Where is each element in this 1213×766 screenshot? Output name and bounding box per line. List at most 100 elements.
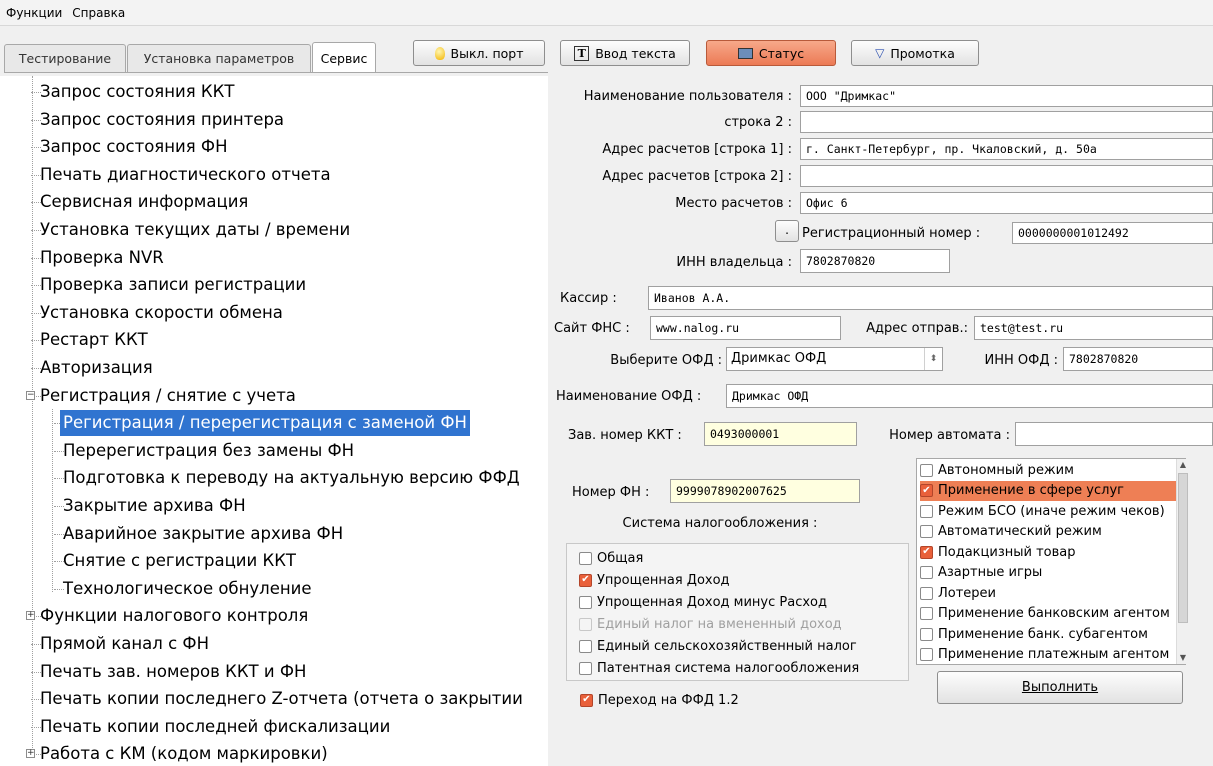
tax-checkbox-label: Единый налог на вмененный доход <box>597 616 842 632</box>
fn-number-input[interactable]: 9999078902007625 <box>670 479 860 503</box>
checkbox-box <box>579 551 592 565</box>
tax-system-group: Общая ✔ Упрощенная Доход Упрощенная Доход м… <box>566 543 909 681</box>
tree-item[interactable]: Авторизация <box>40 355 153 381</box>
address1-input[interactable]: г. Санкт-Петербург, пр. Чкаловский, д. 5… <box>800 138 1213 160</box>
mode-checkbox[interactable]: Режим БСО (иначе режим чеков) <box>920 501 1165 521</box>
tree-item[interactable]: Регистрация / снятие с учета <box>40 383 296 409</box>
tree-item[interactable]: Запрос состояния ККТ <box>40 79 234 105</box>
fns-site-label: Сайт ФНС : <box>554 321 630 336</box>
tree-item[interactable]: Печать копии последней фискализации <box>40 714 390 740</box>
scroll-thumb[interactable] <box>1178 473 1188 623</box>
mode-checkbox-label: Подакцизный товар <box>938 544 1076 560</box>
tree-item[interactable]: Проверка записи регистрации <box>40 272 306 298</box>
port-off-button[interactable]: Выкл. порт <box>413 40 545 66</box>
tax-checkbox[interactable]: ✔ Упрощенная Доход <box>579 570 730 590</box>
mode-checkbox[interactable]: Применение банк. субагентом <box>920 624 1148 644</box>
text-input-button[interactable]: T Ввод текста <box>560 40 690 66</box>
tree-item[interactable]: Подготовка к переводу на актуальную верс… <box>63 465 520 491</box>
address2-label: Адрес расчетов [строка 2] : <box>602 169 792 184</box>
inn-owner-input[interactable]: 7802870820 <box>800 249 950 273</box>
mode-checkbox[interactable]: ✔ Применение в сфере услуг <box>920 480 1177 501</box>
tax-checkbox-label: Единый сельскохозяйственный налог <box>597 638 857 654</box>
address1-label: Адрес расчетов [строка 1] : <box>602 142 792 157</box>
tax-checkbox[interactable]: Патентная система налогообложения <box>579 658 859 678</box>
tree-item[interactable]: Функции налогового контроля <box>40 603 308 629</box>
mode-checkbox[interactable]: Автоматический режим <box>920 522 1102 542</box>
tax-checkbox[interactable]: Общая <box>579 548 643 568</box>
tree-item[interactable]: Установка текущих даты / времени <box>40 217 350 243</box>
port-off-label: Выкл. порт <box>450 45 524 61</box>
kkt-number-input[interactable]: 0493000001 <box>704 422 857 446</box>
mode-list-scrollbar[interactable]: ▲ ▼ <box>1176 459 1188 664</box>
tree-item[interactable]: Рестарт ККТ <box>40 327 148 353</box>
mode-checkbox[interactable]: ✔ Подакцизный товар <box>920 542 1076 562</box>
status-button[interactable]: Статус <box>706 40 836 66</box>
scroll-up-icon[interactable]: ▲ <box>1177 459 1189 471</box>
ffd-checkbox[interactable]: ✔ Переход на ФФД 1.2 <box>580 690 739 710</box>
tree-item[interactable]: Работа с КМ (кодом маркировки) <box>40 741 328 766</box>
ofd-name-label: Наименование ОФД : <box>556 389 702 404</box>
ofd-name-input[interactable]: Дримкас ОФД <box>726 384 1213 408</box>
place-input[interactable]: Офис 6 <box>800 192 1213 214</box>
checkbox-box <box>920 607 933 620</box>
checkbox-box <box>579 617 592 631</box>
menu-help[interactable]: Справка <box>72 6 125 20</box>
tax-checkbox[interactable]: Единый сельскохозяйственный налог <box>579 636 857 656</box>
tab-testing[interactable]: Тестирование <box>4 44 126 72</box>
tab-service[interactable]: Сервис <box>312 42 376 73</box>
checkmark-icon: ✔ <box>579 573 592 587</box>
tree-item[interactable]: Установка скорости обмена <box>40 300 283 326</box>
tab-settings[interactable]: Установка параметров <box>127 44 311 72</box>
checkmark-icon: ✔ <box>920 484 933 497</box>
inn-ofd-input[interactable]: 7802870820 <box>1063 347 1213 371</box>
sender-address-input[interactable]: test@test.ru <box>974 316 1213 340</box>
tree-item[interactable]: Печать диагностического отчета <box>40 162 331 188</box>
tree-item[interactable]: Печать зав. номеров ККТ и ФН <box>40 659 306 685</box>
scroll-button[interactable]: ▽ Промотка <box>851 40 979 66</box>
line2-input[interactable] <box>800 111 1213 133</box>
cashier-input[interactable]: Иванов А.А. <box>648 286 1213 310</box>
tree-item[interactable]: Прямой канал с ФН <box>40 631 209 657</box>
ofd-select[interactable]: Дримкас ОФД ⬍ <box>726 347 943 371</box>
mode-checkbox[interactable]: Азартные игры <box>920 563 1042 583</box>
tree-item[interactable]: Закрытие архива ФН <box>63 493 246 519</box>
tax-checkbox[interactable]: Упрощенная Доход минус Расход <box>579 592 827 612</box>
checkbox-box <box>579 595 592 609</box>
tree-guide <box>32 76 33 756</box>
fns-site-input[interactable]: www.nalog.ru <box>650 316 841 340</box>
checkmark-icon: ✔ <box>920 545 933 559</box>
address2-input[interactable] <box>800 165 1213 187</box>
tree-item[interactable]: Проверка NVR <box>40 245 164 271</box>
tax-checkbox-label: Общая <box>597 550 644 566</box>
checkbox-box <box>579 661 592 675</box>
tree-item[interactable]: Технологическое обнуление <box>63 576 312 602</box>
tree-item[interactable]: Перерегистрация без замены ФН <box>63 438 354 464</box>
execute-button[interactable]: Выполнить <box>937 671 1183 704</box>
tree-item[interactable]: Запрос состояния принтера <box>40 107 284 133</box>
mode-checkbox[interactable]: Применение платежным агентом <box>920 645 1169 665</box>
tree-item[interactable]: Запрос состояния ФН <box>40 134 228 160</box>
user-name-input[interactable]: ООО "Дримкас" <box>800 85 1213 107</box>
checkbox-box <box>920 566 933 579</box>
tree-item[interactable]: Снятие с регистрации ККТ <box>63 548 296 574</box>
tree-item-selected[interactable]: Регистрация / перерегистрация с заменой … <box>60 410 470 437</box>
tree-item[interactable]: Сервисная информация <box>40 189 248 215</box>
mode-checkbox[interactable]: Лотереи <box>920 583 996 603</box>
expand-icon[interactable]: + <box>26 611 35 621</box>
automat-number-label: Номер автомата : <box>889 428 1010 443</box>
scroll-down-icon[interactable]: ▼ <box>1177 652 1189 664</box>
collapse-icon[interactable]: − <box>26 390 35 400</box>
checkbox-box <box>920 627 933 641</box>
tree-item[interactable]: Печать копии последнего Z-отчета (отчета… <box>40 686 523 712</box>
expand-icon[interactable]: + <box>26 749 35 759</box>
mode-checkbox[interactable]: Автономный режим <box>920 460 1074 480</box>
menu-functions[interactable]: Функции <box>6 6 62 20</box>
scroll-label: Промотка <box>890 45 955 61</box>
tree-item[interactable]: Аварийное закрытие архива ФН <box>63 521 343 547</box>
automat-number-input[interactable] <box>1015 422 1213 446</box>
mode-checkbox[interactable]: Применение банковским агентом <box>920 604 1170 624</box>
dots-button[interactable]: . <box>775 220 799 242</box>
mode-checkbox-label: Лотереи <box>938 585 996 601</box>
reg-number-input[interactable]: 0000000001012492 <box>1012 222 1213 244</box>
spinner-icon: ⬍ <box>924 348 942 370</box>
